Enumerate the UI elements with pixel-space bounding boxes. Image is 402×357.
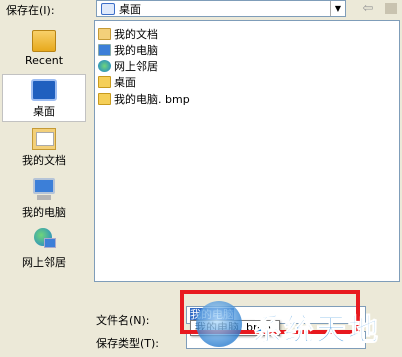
desktop-icon: [101, 2, 115, 15]
watermark-text: 系统天地: [252, 313, 380, 349]
bmp-file-icon: [98, 93, 111, 105]
my-computer-icon: [98, 44, 111, 56]
save-in-value: 桌面: [119, 2, 141, 16]
place-recent[interactable]: Recent: [2, 26, 86, 74]
places-bar: Recent 桌面 我的文档 我的电脑 网上邻居: [2, 18, 86, 282]
watermark-logo-icon: [196, 301, 242, 347]
place-my-documents[interactable]: 我的文档: [2, 124, 86, 172]
back-button[interactable]: ⇦: [358, 0, 378, 17]
list-item-label: 网上邻居: [114, 60, 158, 73]
place-label: 我的文档: [22, 154, 66, 167]
save-in-combo[interactable]: 桌面 ▼: [96, 0, 346, 17]
list-item[interactable]: 我的文档: [98, 26, 158, 42]
place-label: Recent: [24, 54, 64, 67]
my-documents-icon: [98, 28, 111, 40]
my-computer-icon: [31, 178, 57, 202]
place-desktop[interactable]: 桌面: [2, 74, 86, 122]
file-list[interactable]: 我的文档 我的电脑 网上邻居 桌面 我的电脑. bmp: [94, 20, 400, 282]
place-label: 我的电脑: [22, 206, 66, 219]
up-folder-icon: [385, 3, 397, 14]
place-label: 网上邻居: [22, 256, 66, 269]
list-item[interactable]: 我的电脑. bmp: [98, 91, 190, 107]
watermark: 系统天地: [196, 299, 402, 357]
place-label: 桌面: [33, 105, 55, 118]
chevron-down-icon[interactable]: ▼: [330, 1, 345, 16]
save-in-label: 保存在(I):: [6, 4, 55, 17]
desktop-icon: [31, 79, 57, 101]
list-item-label: 我的电脑. bmp: [114, 93, 190, 106]
list-item[interactable]: 桌面: [98, 74, 136, 90]
list-item-label: 我的电脑: [114, 44, 158, 57]
folder-icon: [98, 76, 111, 88]
up-folder-button[interactable]: [382, 0, 400, 17]
my-documents-icon: [32, 128, 56, 150]
place-my-computer[interactable]: 我的电脑: [2, 174, 86, 222]
network-places-icon: [30, 226, 58, 252]
list-item-label: 我的文档: [114, 28, 158, 41]
list-item[interactable]: 网上邻居: [98, 58, 158, 74]
filetype-label: 保存类型(T):: [96, 337, 160, 350]
filename-label: 文件名(N):: [96, 314, 150, 327]
list-item[interactable]: 我的电脑: [98, 42, 158, 58]
list-item-label: 桌面: [114, 76, 136, 89]
place-network[interactable]: 网上邻居: [2, 222, 86, 272]
network-places-icon: [98, 60, 111, 72]
recent-folder-icon: [32, 30, 56, 52]
back-arrow-icon: ⇦: [362, 1, 374, 16]
